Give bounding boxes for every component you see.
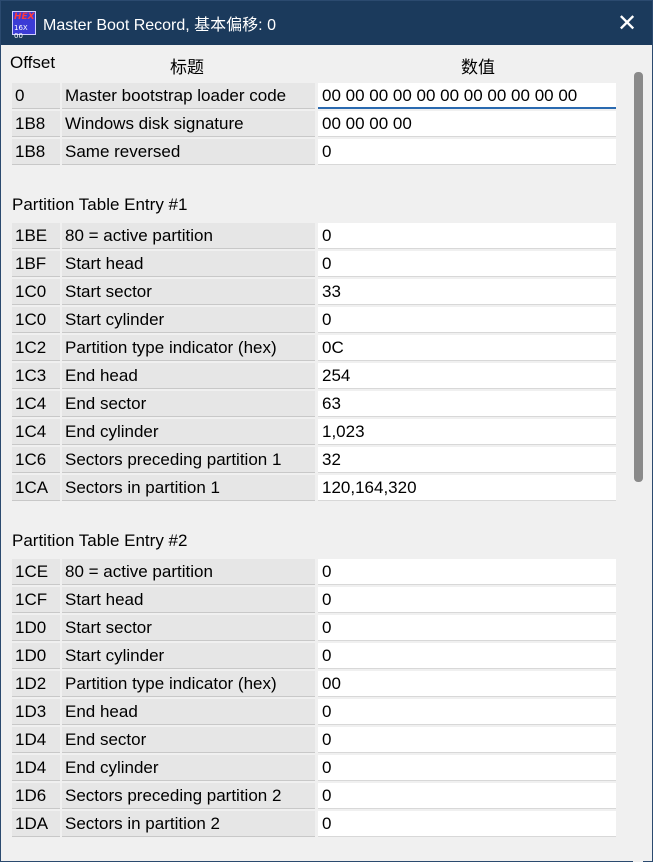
value-cell[interactable]: 0 — [318, 251, 616, 277]
value-cell[interactable]: 120,164,320 — [318, 475, 616, 501]
offset-cell: 1C4 — [12, 419, 60, 445]
offset-cell: 1D2 — [12, 671, 60, 697]
offset-cell: 1D6 — [12, 783, 60, 809]
partition-2-heading: Partition Table Entry #2 — [12, 531, 188, 550]
field-title-cell: Start sector — [62, 279, 315, 305]
value-cell[interactable]: 0 — [318, 223, 616, 249]
offset-cell: 1BE — [12, 223, 60, 249]
offset-cell: 1C0 — [12, 279, 60, 305]
column-header-title[interactable]: 标题 — [170, 53, 204, 78]
field-title-cell: Sectors preceding partition 1 — [62, 447, 315, 473]
icon-label-top: HEX — [14, 12, 35, 22]
field-title-cell: Same reversed — [62, 139, 315, 165]
value-cell[interactable]: 63 — [318, 391, 616, 417]
title-bar: HEX 16X 00 Master Boot Record, 基本偏移: 0 ✕ — [1, 1, 652, 45]
value-cell[interactable]: 0 — [318, 139, 616, 165]
value-cell[interactable]: 33 — [318, 279, 616, 305]
offset-cell: 1BF — [12, 251, 60, 277]
value-cell[interactable]: 32 — [318, 447, 616, 473]
template-content: Offset 标题 数值 0 Master bootstrap loader co… — [2, 45, 653, 862]
mbr-template-window: HEX 16X 00 Master Boot Record, 基本偏移: 0 ✕… — [0, 0, 653, 862]
offset-cell: 1D0 — [12, 615, 60, 641]
offset-cell: 1C3 — [12, 363, 60, 389]
offset-cell: 1CF — [12, 587, 60, 613]
field-title-cell: Sectors in partition 1 — [62, 475, 315, 501]
value-cell[interactable]: 1,023 — [318, 419, 616, 445]
field-title-cell: End head — [62, 699, 315, 725]
offset-cell: 1D3 — [12, 699, 60, 725]
value-cell[interactable]: 0 — [318, 783, 616, 809]
value-cell[interactable]: 0 — [318, 811, 616, 837]
value-cell[interactable]: 0 — [318, 699, 616, 725]
field-title-cell: Partition type indicator (hex) — [62, 671, 315, 697]
close-icon[interactable]: ✕ — [602, 1, 652, 45]
vertical-scrollbar[interactable] — [633, 72, 643, 862]
field-title-cell: Sectors preceding partition 2 — [62, 783, 315, 809]
offset-cell: 1D4 — [12, 727, 60, 753]
value-cell[interactable]: 0 — [318, 587, 616, 613]
field-title-cell: 80 = active partition — [62, 223, 315, 249]
offset-cell: 1C2 — [12, 335, 60, 361]
field-title-cell: End sector — [62, 727, 315, 753]
field-title-cell: 80 = active partition — [62, 559, 315, 585]
offset-cell: 1B8 — [12, 111, 60, 137]
offset-cell: 1C6 — [12, 447, 60, 473]
value-cell[interactable]: 00 00 00 00 — [318, 111, 616, 137]
column-header-offset[interactable]: Offset — [10, 53, 55, 73]
field-title-cell: End cylinder — [62, 419, 315, 445]
field-title-cell: Sectors in partition 2 — [62, 811, 315, 837]
column-header-value[interactable]: 数值 — [461, 53, 495, 78]
offset-cell: 1C4 — [12, 391, 60, 417]
offset-cell: 1DA — [12, 811, 60, 837]
offset-cell: 0 — [12, 83, 60, 109]
field-title-cell: End head — [62, 363, 315, 389]
value-cell[interactable]: 0 — [318, 727, 616, 753]
scrollbar-thumb[interactable] — [634, 72, 643, 482]
value-cell[interactable]: 0 — [318, 559, 616, 585]
partition-1-heading: Partition Table Entry #1 — [12, 195, 188, 214]
field-title-cell: Start cylinder — [62, 643, 315, 669]
field-title-cell: Partition type indicator (hex) — [62, 335, 315, 361]
offset-cell: 1D0 — [12, 643, 60, 669]
value-cell[interactable]: 0 — [318, 615, 616, 641]
field-title-cell: End cylinder — [62, 755, 315, 781]
value-cell[interactable]: 0 — [318, 307, 616, 333]
field-title-cell: Master bootstrap loader code — [62, 83, 315, 109]
field-title-cell: Start head — [62, 587, 315, 613]
offset-cell: 1CE — [12, 559, 60, 585]
value-cell[interactable]: 0 — [318, 643, 616, 669]
field-title-cell: Start cylinder — [62, 307, 315, 333]
field-title-cell: Start head — [62, 251, 315, 277]
value-cell[interactable]: 0C — [318, 335, 616, 361]
value-cell[interactable]: 254 — [318, 363, 616, 389]
offset-cell: 1B8 — [12, 139, 60, 165]
field-title-cell: Windows disk signature — [62, 111, 315, 137]
value-cell[interactable]: 0 — [318, 755, 616, 781]
value-cell[interactable]: 00 — [318, 671, 616, 697]
field-title-cell: Start sector — [62, 615, 315, 641]
offset-cell: 1C0 — [12, 307, 60, 333]
icon-label-bottom: 16X 00 — [14, 24, 28, 40]
window-title: Master Boot Record, 基本偏移: 0 — [43, 17, 276, 34]
value-cell[interactable]: 00 00 00 00 00 00 00 00 00 00 00 — [318, 83, 616, 109]
field-title-cell: End sector — [62, 391, 315, 417]
offset-cell: 1CA — [12, 475, 60, 501]
offset-cell: 1D4 — [12, 755, 60, 781]
hex-app-icon: HEX 16X 00 — [12, 11, 36, 40]
